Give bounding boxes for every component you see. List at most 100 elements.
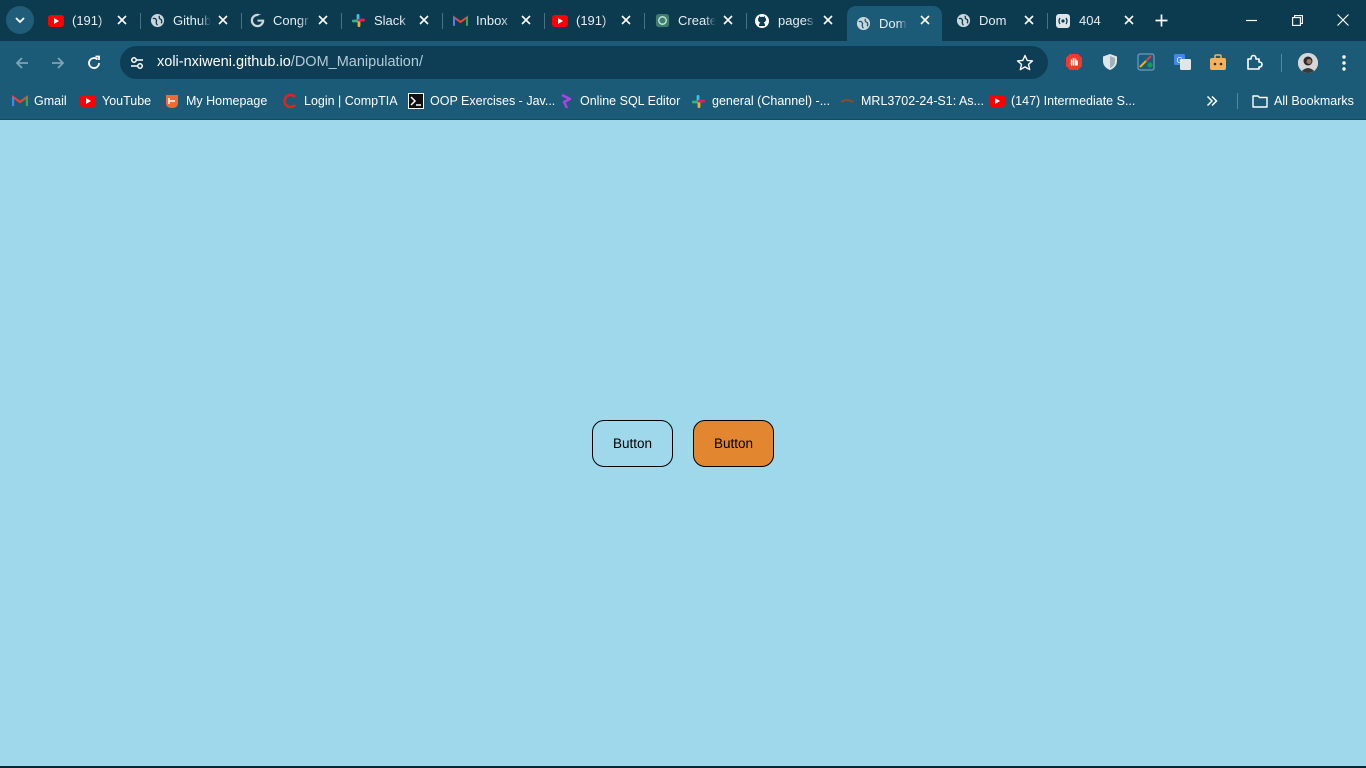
google-icon	[249, 13, 265, 29]
youtube-icon	[80, 93, 96, 109]
url-text[interactable]: xoli-nxiweni.github.io/DOM_Manipulation/	[157, 54, 423, 70]
shield-extension-button[interactable]	[1101, 53, 1119, 71]
close-icon	[1337, 14, 1349, 26]
page-button-1[interactable]: Button	[592, 420, 673, 467]
bookmark-slack-general[interactable]: general (Channel) -...	[690, 92, 830, 110]
close-icon[interactable]	[820, 12, 836, 28]
profile-avatar[interactable]	[1298, 53, 1318, 73]
tab-youtube-1[interactable]: (191)	[40, 6, 141, 35]
site-settings-icon[interactable]	[129, 55, 145, 71]
bookmark-label: Gmail	[34, 94, 67, 108]
tab-google[interactable]: Congr	[241, 6, 342, 35]
close-icon[interactable]	[720, 12, 736, 28]
new-tab-button[interactable]	[1151, 10, 1171, 30]
tab-youtube-2[interactable]: (191)	[544, 6, 645, 35]
bookmarks-separator	[1237, 93, 1238, 109]
forward-button[interactable]	[48, 53, 68, 73]
tab-title: Github	[173, 13, 211, 28]
bookmark-label: general (Channel) -...	[712, 94, 831, 108]
toolbar-separator	[1281, 54, 1282, 72]
bookmark-youtube[interactable]: YouTube	[80, 92, 151, 110]
tab-gmail[interactable]: Inbox	[444, 6, 545, 35]
browser-toolbar: xoli-nxiweni.github.io/DOM_Manipulation/…	[0, 41, 1366, 84]
tab-title: (191)	[72, 13, 103, 28]
tab-title: (191)	[576, 13, 607, 28]
tab-dom-2[interactable]: Dom	[947, 6, 1048, 35]
bookmark-online-sql-editor[interactable]: Online SQL Editor	[558, 92, 680, 110]
page-button-2[interactable]: Button	[693, 420, 774, 467]
github-icon	[754, 13, 770, 29]
globe-icon	[149, 13, 165, 29]
restore-icon	[1291, 14, 1303, 26]
reload-button[interactable]	[84, 53, 104, 73]
tab-github-1[interactable]: Github	[141, 6, 242, 35]
bookmark-mrl3702[interactable]: MRL3702-24-S1: As...	[839, 92, 984, 110]
double-chevron-right-icon	[1206, 95, 1218, 107]
all-bookmarks-button[interactable]: All Bookmarks	[1252, 92, 1354, 110]
gmail-icon	[12, 93, 28, 109]
bookmark-label: MRL3702-24-S1: As...	[861, 94, 984, 108]
hand-stop-icon	[1066, 54, 1082, 70]
bookmark-oop-exercises[interactable]: OOP Exercises - Jav...	[408, 92, 555, 110]
color-picker-icon	[1137, 53, 1155, 71]
close-icon[interactable]	[416, 12, 432, 28]
translate-extension-button[interactable]: G	[1173, 53, 1191, 71]
briefcase-extension-button[interactable]	[1209, 53, 1227, 71]
homepage-icon	[164, 93, 180, 109]
tab-slack[interactable]: Slack	[342, 6, 443, 35]
tab-github-pages[interactable]: pages	[746, 6, 846, 35]
arrow-left-icon	[15, 57, 28, 69]
bookmark-label: Online SQL Editor	[580, 94, 681, 108]
close-icon[interactable]	[114, 12, 130, 28]
tab-title: Slack	[374, 13, 406, 28]
address-bar[interactable]: xoli-nxiweni.github.io/DOM_Manipulation/	[120, 46, 1048, 79]
close-window-button[interactable]	[1333, 10, 1353, 30]
globe-icon	[955, 13, 971, 29]
profile-photo-icon	[1298, 53, 1318, 73]
youtube-icon	[989, 93, 1005, 109]
bookmark-comptia[interactable]: Login | CompTIA	[282, 92, 398, 110]
browser-menu-button[interactable]	[1336, 53, 1352, 73]
close-icon[interactable]	[315, 12, 331, 28]
adblock-extension-button[interactable]	[1065, 53, 1083, 71]
restore-button[interactable]	[1287, 10, 1307, 30]
reload-icon	[88, 55, 100, 69]
tab-dom-active[interactable]: Dom	[847, 6, 942, 41]
close-icon[interactable]	[215, 12, 231, 28]
url-domain: xoli-nxiweni.github.io	[157, 54, 291, 70]
bookmark-gmail[interactable]: Gmail	[12, 92, 67, 110]
more-vertical-icon	[1342, 55, 1346, 71]
tab-title: Inbox	[476, 13, 508, 28]
color-picker-extension-button[interactable]	[1137, 53, 1155, 71]
url-path: /DOM_Manipulation/	[290, 54, 423, 70]
close-icon[interactable]	[1121, 12, 1137, 28]
puzzle-icon	[1247, 54, 1263, 70]
openai-icon	[654, 13, 670, 29]
folder-icon	[1252, 93, 1268, 109]
tab-404[interactable]: 404	[1047, 6, 1147, 35]
close-icon[interactable]	[518, 12, 534, 28]
tab-title: Dom	[879, 16, 907, 31]
bookmark-my-homepage[interactable]: My Homepage	[164, 92, 267, 110]
bookmarks-bar: Gmail YouTube My Homepage Login | CompTI…	[0, 84, 1366, 120]
close-icon[interactable]	[618, 12, 634, 28]
shield-icon	[1103, 54, 1117, 70]
broadcast-icon	[1055, 13, 1071, 29]
plus-icon	[1155, 14, 1167, 26]
close-icon[interactable]	[1021, 12, 1037, 28]
briefcase-icon	[1210, 54, 1226, 70]
minimize-icon	[1245, 19, 1257, 21]
tab-chatgpt[interactable]: Create	[646, 6, 747, 35]
minimize-button[interactable]	[1241, 10, 1261, 30]
bookmark-star-icon[interactable]	[1016, 54, 1034, 72]
bookmarks-overflow-button[interactable]	[1203, 92, 1221, 110]
extensions-button[interactable]	[1245, 53, 1263, 71]
tab-separator	[442, 13, 443, 29]
bookmark-intermediate-youtube[interactable]: (147) Intermediate S...	[989, 92, 1135, 110]
tab-title: 404	[1079, 13, 1101, 28]
close-icon[interactable]	[917, 12, 933, 28]
sql-editor-icon	[558, 93, 574, 109]
back-button[interactable]	[12, 53, 32, 73]
tab-search-button[interactable]	[6, 6, 34, 34]
bookmark-label: Login | CompTIA	[304, 94, 398, 108]
